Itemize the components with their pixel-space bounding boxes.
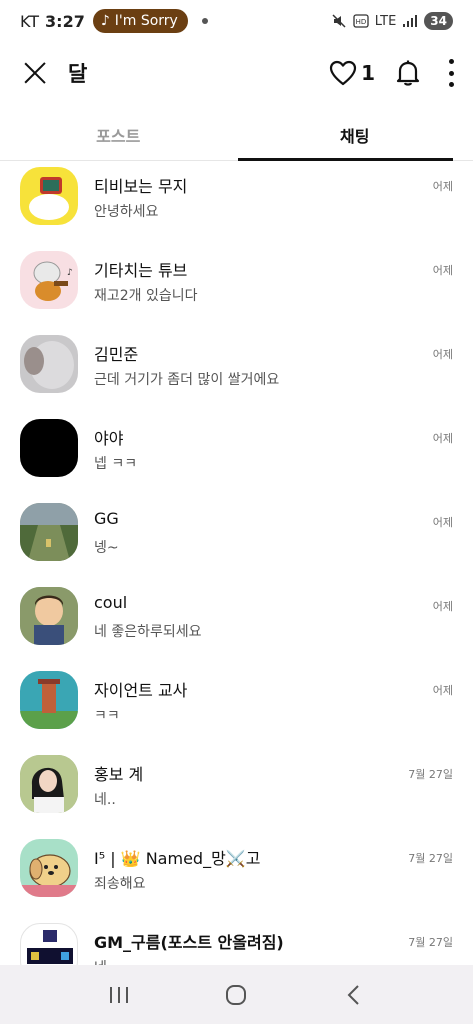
- chat-name: 야야: [94, 429, 124, 448]
- chat-name: GG: [94, 509, 119, 528]
- battery-level: 34: [424, 12, 453, 30]
- chat-name: GM_구름(포스트 안올려짐): [94, 933, 284, 952]
- clock: 3:27: [45, 11, 85, 31]
- app-header: 달 1: [0, 42, 473, 104]
- more-dot-icon: [448, 59, 454, 64]
- chat-list-item[interactable]: GM_구름(포스트 안올려짐) 네 7월 27일: [0, 917, 473, 965]
- chat-list-item[interactable]: 김민준 근데 거기가 좀더 많이 쌀거에요 어제: [0, 329, 473, 413]
- chat-preview: 네 좋은하루되세요: [94, 624, 202, 640]
- chat-preview: 죄송해요: [94, 876, 146, 892]
- chat-time: 어제: [432, 180, 453, 193]
- bell-icon: [396, 60, 420, 86]
- chat-name: coul: [94, 593, 128, 612]
- tab-bar: 포스트 채팅: [0, 110, 473, 161]
- chat-list-item[interactable]: coul 네 좋은하루되세요 어제: [0, 581, 473, 665]
- more-options-button[interactable]: [447, 59, 455, 87]
- hd-icon: HD: [353, 14, 369, 28]
- avatar: [20, 671, 78, 729]
- now-playing-pill[interactable]: ♪ I'm Sorry: [92, 9, 188, 33]
- recent-apps-button[interactable]: [99, 975, 139, 1015]
- tab-chat[interactable]: 채팅: [237, 110, 473, 161]
- avatar: [20, 419, 78, 477]
- mute-icon: [332, 14, 346, 28]
- chat-list-item[interactable]: 티비보는 무지 안녕하세요 어제: [0, 161, 473, 245]
- chat-name: 자이언트 교사: [94, 681, 188, 700]
- chat-name: I⁵ | 👑 Named_망⚔️고: [94, 849, 261, 868]
- chat-list-item[interactable]: 야야 넵 ㅋㅋ 어제: [0, 413, 473, 497]
- avatar: [20, 587, 78, 645]
- chat-time: 7월 27일: [408, 768, 453, 781]
- music-note-icon: ♪: [100, 13, 110, 29]
- avatar: [20, 923, 78, 965]
- chat-name: 홍보 계: [94, 765, 144, 784]
- notification-button[interactable]: [395, 59, 421, 87]
- system-navigation-bar: [0, 965, 473, 1024]
- chat-preview: 근데 거기가 좀더 많이 쌀거에요: [94, 372, 280, 388]
- notification-dot-icon: [201, 18, 208, 24]
- back-button[interactable]: [334, 975, 374, 1015]
- more-dot-icon: [448, 82, 454, 87]
- chat-name: 기타치는 튜브: [94, 261, 188, 280]
- chat-preview: 넵 ㅋㅋ: [94, 456, 138, 472]
- chat-time: 어제: [432, 684, 453, 697]
- back-icon: [347, 984, 359, 1005]
- page-title: 달: [68, 62, 88, 86]
- heart-icon: [329, 60, 357, 86]
- svg-text:HD: HD: [355, 18, 366, 26]
- chat-preview: 재고2개 있습니다: [94, 288, 198, 304]
- recent-apps-icon: [109, 986, 128, 1003]
- chat-preview: 안녕하세요: [94, 204, 159, 220]
- chat-list: 티비보는 무지 안녕하세요 어제 ♪ 기타치는 튜브 재고2개 있습니다 어제 …: [0, 161, 473, 965]
- avatar: [20, 335, 78, 393]
- more-dot-icon: [448, 70, 454, 76]
- avatar: [20, 503, 78, 561]
- signal-icon: [403, 15, 418, 27]
- network-type-label: LTE: [374, 13, 397, 29]
- chat-list-item[interactable]: 자이언트 교사 ㅋㅋ 어제: [0, 665, 473, 749]
- now-playing-title: I'm Sorry: [114, 13, 178, 29]
- chat-time: 어제: [432, 348, 453, 361]
- chat-list-item[interactable]: 홍보 계 네.. 7월 27일: [0, 749, 473, 833]
- chat-time: 어제: [432, 516, 453, 529]
- chat-time: 7월 27일: [408, 936, 453, 949]
- carrier-label: KT: [20, 11, 40, 31]
- chat-time: 어제: [432, 264, 453, 277]
- home-icon: [226, 984, 247, 1005]
- like-button[interactable]: 1: [329, 60, 375, 86]
- chat-preview: 네: [94, 957, 107, 965]
- chat-list-item[interactable]: GG 넹~ 어제: [0, 497, 473, 581]
- chat-list-item[interactable]: ♪ 기타치는 튜브 재고2개 있습니다 어제: [0, 245, 473, 329]
- status-bar: KT 3:27 ♪ I'm Sorry HD LTE 34: [0, 0, 473, 42]
- chat-list-item[interactable]: I⁵ | 👑 Named_망⚔️고 죄송해요 7월 27일: [0, 833, 473, 917]
- tab-posts[interactable]: 포스트: [0, 110, 237, 160]
- chat-time: 어제: [432, 600, 453, 613]
- like-count: 1: [361, 61, 375, 85]
- chat-preview: ㅋㅋ: [94, 708, 120, 724]
- chat-name: 김민준: [94, 345, 139, 364]
- home-button[interactable]: [216, 975, 256, 1015]
- avatar: ♪: [20, 251, 78, 309]
- chat-preview: 넹~: [94, 540, 119, 556]
- avatar: [20, 755, 78, 813]
- close-button[interactable]: [20, 58, 50, 88]
- chat-preview: 네..: [94, 792, 116, 808]
- chat-time: 어제: [432, 432, 453, 445]
- chat-time: 7월 27일: [408, 852, 453, 865]
- chat-name: 티비보는 무지: [94, 177, 188, 196]
- avatar: [20, 167, 78, 225]
- svg-text:♪: ♪: [67, 268, 73, 278]
- avatar: [20, 839, 78, 897]
